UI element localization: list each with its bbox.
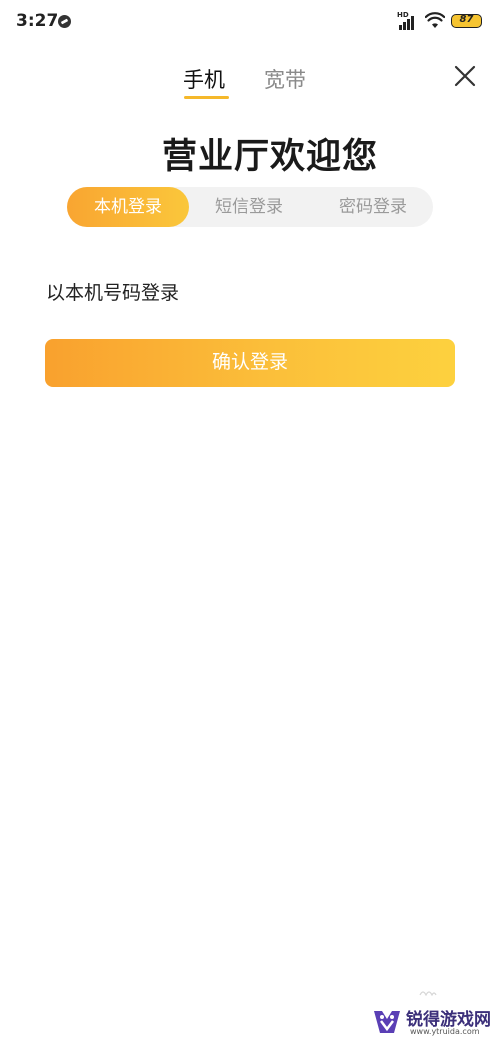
battery-level: 87 [459, 14, 474, 25]
status-bar: 3:27 HD 87 [0, 0, 500, 44]
page-title: 营业厅欢迎您 [161, 137, 378, 177]
login-method-local[interactable]: 本机登录 [67, 187, 189, 227]
tab-mobile[interactable]: 手机 [183, 64, 225, 94]
login-description: 以本机号码登录 [46, 282, 180, 304]
confirm-login-button[interactable]: 确认登录 [45, 339, 455, 387]
watermark-logo-icon [374, 1011, 400, 1033]
watermark: 锐得游戏网 www.ytruida.com [372, 1004, 494, 1040]
do-not-disturb-icon [58, 15, 71, 28]
status-time: 3:27 [16, 11, 59, 31]
top-tabs: 手机 宽带 [0, 60, 500, 104]
battery-icon: 87 [451, 14, 482, 28]
login-method-sms[interactable]: 短信登录 [195, 187, 303, 227]
cellular-signal-icon: HD [397, 11, 419, 30]
wifi-icon [425, 12, 445, 28]
login-method-password[interactable]: 密码登录 [319, 187, 427, 227]
login-method-selector: 本机登录 短信登录 密码登录 [67, 187, 433, 227]
active-tab-indicator [184, 96, 229, 99]
close-icon[interactable] [452, 63, 478, 89]
watermark-url: www.ytruida.com [410, 1027, 480, 1036]
faint-indicator-icon [419, 991, 437, 996]
tab-broadband[interactable]: 宽带 [264, 64, 306, 94]
